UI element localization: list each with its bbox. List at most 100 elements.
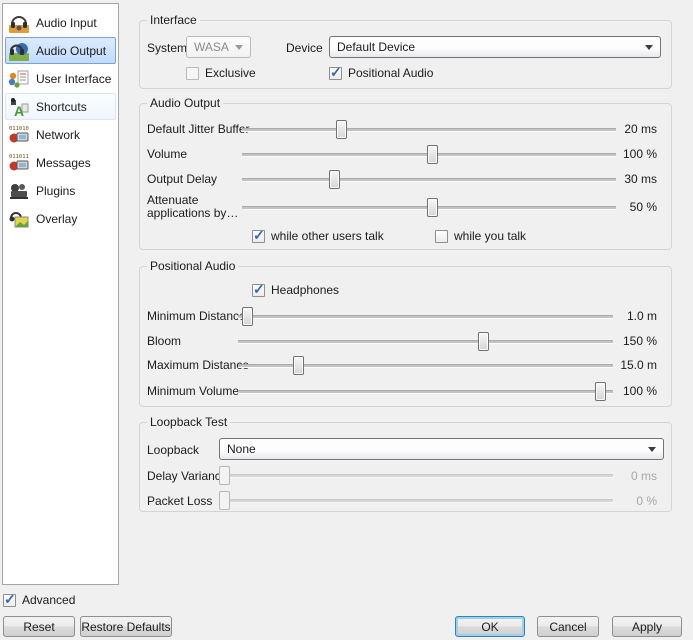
sidebar-item-overlay[interactable]: Overlay — [5, 205, 116, 232]
audio-output-group: Audio Output Default Jitter Buffer 20 ms… — [139, 103, 672, 250]
device-label: Device — [286, 41, 323, 55]
ok-button[interactable]: OK — [455, 616, 525, 637]
delay-variance-value: 0 ms — [597, 469, 657, 483]
positional-audio-label: Positional Audio — [348, 66, 433, 80]
advanced-row[interactable]: Advanced — [3, 593, 75, 607]
sidebar-item-network[interactable]: 011010 Network — [5, 121, 116, 148]
volume-slider[interactable] — [242, 144, 616, 165]
slider-track — [219, 474, 613, 478]
group-title: Audio Output — [147, 96, 223, 110]
device-combo[interactable]: Default Device — [329, 36, 661, 58]
sidebar-item-label: Plugins — [36, 184, 75, 198]
bloom-slider[interactable] — [238, 331, 613, 352]
sidebar-item-audio-output[interactable]: Audio Output — [5, 37, 116, 64]
system-combo-value: WASAPI — [194, 40, 229, 54]
sidebar-item-label: Audio Input — [36, 16, 97, 30]
positional-audio-checkbox-row[interactable]: Positional Audio — [329, 66, 433, 80]
slider-handle[interactable] — [242, 307, 253, 326]
while-you-talk-label: while you talk — [454, 229, 526, 243]
attenuate-applications-slider[interactable] — [242, 197, 616, 218]
sidebar-item-label: Shortcuts — [36, 100, 87, 114]
output-delay-value: 30 ms — [597, 172, 657, 186]
while-you-talk-row[interactable]: while you talk — [435, 229, 526, 243]
loopback-label: Loopback — [147, 443, 199, 457]
slider-track[interactable] — [242, 178, 616, 182]
sidebar-item-messages[interactable]: 011011 Messages — [5, 149, 116, 176]
packet-loss-label: Packet Loss — [147, 494, 212, 508]
chevron-down-icon — [648, 447, 656, 452]
sidebar-item-audio-input[interactable]: Audio Input — [5, 9, 116, 36]
audio-input-icon — [8, 12, 30, 34]
group-title: Loopback Test — [147, 415, 230, 429]
plugins-icon — [8, 180, 30, 202]
interface-group: Interface System WASAPI Device Default D… — [139, 20, 672, 89]
slider-track[interactable] — [242, 128, 616, 132]
minimum-distance-slider[interactable] — [238, 306, 613, 327]
reset-button[interactable]: Reset — [3, 616, 75, 637]
device-combo-value: Default Device — [337, 40, 639, 54]
exclusive-label: Exclusive — [205, 66, 256, 80]
slider-handle[interactable] — [427, 198, 438, 217]
group-title: Positional Audio — [147, 259, 238, 273]
audio-output-icon — [8, 40, 30, 62]
slider-handle[interactable] — [427, 145, 438, 164]
while-other-users-talk-row[interactable]: while other users talk — [252, 229, 384, 243]
svg-text:A: A — [14, 103, 24, 118]
slider-track[interactable] — [238, 315, 613, 319]
headphones-checkbox[interactable] — [252, 284, 265, 297]
while-other-users-talk-checkbox[interactable] — [252, 230, 265, 243]
slider-handle[interactable] — [478, 332, 489, 351]
loopback-test-group: Loopback Test Loopback None Delay Varian… — [139, 422, 672, 512]
sidebar-item-label: User Interface — [36, 72, 111, 86]
attenuate-applications-value: 50 % — [597, 200, 657, 214]
while-you-talk-checkbox[interactable] — [435, 230, 448, 243]
slider-handle — [219, 491, 230, 510]
sidebar-item-label: Audio Output — [36, 44, 106, 58]
sidebar-item-plugins[interactable]: Plugins — [5, 177, 116, 204]
maximum-distance-label: Maximum Distance — [147, 358, 249, 372]
volume-value: 100 % — [597, 147, 657, 161]
minimum-distance-label: Minimum Distance — [147, 309, 246, 323]
sidebar-item-label: Messages — [36, 156, 91, 170]
cancel-button[interactable]: Cancel — [537, 616, 599, 637]
exclusive-checkbox[interactable] — [186, 67, 199, 80]
positional-audio-checkbox[interactable] — [329, 67, 342, 80]
advanced-checkbox[interactable] — [3, 594, 16, 607]
minimum-distance-value: 1.0 m — [597, 309, 657, 323]
default-jitter-buffer-slider[interactable] — [242, 119, 616, 140]
bloom-label: Bloom — [147, 334, 181, 348]
while-other-users-talk-label: while other users talk — [271, 229, 384, 243]
chevron-down-icon — [235, 45, 243, 50]
minimum-volume-label: Minimum Volume — [147, 384, 239, 398]
advanced-label: Advanced — [22, 593, 75, 607]
default-jitter-buffer-label: Default Jitter Buffer — [147, 122, 250, 136]
apply-button[interactable]: Apply — [612, 616, 682, 637]
attenuate-applications-label: Attenuate applications by… — [147, 194, 249, 220]
delay-variance-slider — [219, 465, 613, 486]
slider-track[interactable] — [238, 340, 613, 344]
slider-track[interactable] — [238, 390, 613, 394]
maximum-distance-value: 15.0 m — [597, 358, 657, 372]
svg-text:011011: 011011 — [9, 154, 29, 160]
settings-dialog: Audio Input Audio Output User Interface … — [0, 0, 693, 640]
sidebar-item-label: Network — [36, 128, 80, 142]
slider-handle[interactable] — [329, 170, 340, 189]
minimum-volume-slider[interactable] — [238, 381, 613, 402]
sidebar-item-label: Overlay — [36, 212, 77, 226]
settings-category-list: Audio Input Audio Output User Interface … — [2, 3, 119, 585]
sidebar-item-user-interface[interactable]: User Interface — [5, 65, 116, 92]
default-jitter-buffer-value: 20 ms — [597, 122, 657, 136]
slider-handle[interactable] — [293, 356, 304, 375]
slider-track — [219, 499, 613, 503]
output-delay-slider[interactable] — [242, 169, 616, 190]
messages-icon: 011011 — [8, 152, 30, 174]
sidebar-item-shortcuts[interactable]: A Shortcuts — [5, 93, 116, 120]
exclusive-checkbox-row[interactable]: Exclusive — [186, 66, 256, 80]
restore-defaults-button[interactable]: Restore Defaults — [80, 616, 172, 637]
headphones-row[interactable]: Headphones — [252, 283, 339, 297]
slider-handle[interactable] — [336, 120, 347, 139]
bloom-value: 150 % — [597, 334, 657, 348]
maximum-distance-slider[interactable] — [238, 355, 613, 376]
loopback-combo[interactable]: None — [219, 438, 664, 460]
system-label: System — [147, 41, 187, 55]
